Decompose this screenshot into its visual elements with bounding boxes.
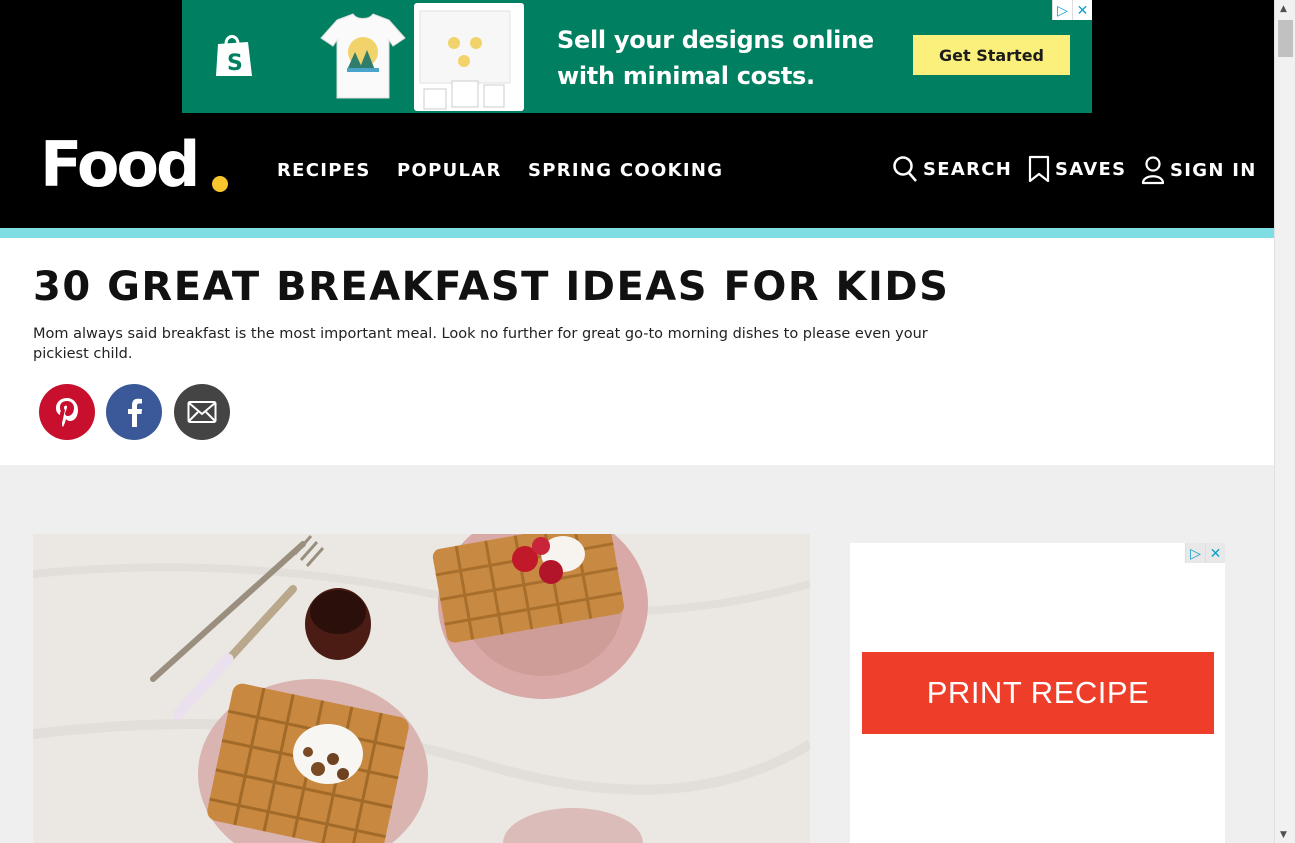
site-header: S Sell your designs online with minimal …: [0, 0, 1274, 228]
scrollbar-thumb[interactable]: [1278, 20, 1293, 57]
ad-headline: Sell your designs online with minimal co…: [557, 22, 874, 94]
page: S Sell your designs online with minimal …: [0, 0, 1274, 843]
page-description: Mom always said breakfast is the most im…: [33, 326, 928, 362]
sign-in-label: SIGN IN: [1170, 159, 1257, 181]
pinterest-share-button[interactable]: [39, 384, 95, 440]
close-icon[interactable]: ✕: [1205, 543, 1225, 563]
get-started-button[interactable]: Get Started: [913, 35, 1070, 75]
food-logo[interactable]: Food: [40, 130, 200, 200]
article-header: 30 GREAT BREAKFAST IDEAS FOR KIDS Mom al…: [0, 238, 1274, 465]
print-recipe-button[interactable]: PRINT RECIPE: [862, 652, 1214, 734]
bookmark-icon: [1028, 155, 1050, 183]
scroll-up-icon[interactable]: ▲: [1280, 4, 1287, 14]
nav-recipes[interactable]: RECIPES: [277, 160, 371, 182]
search-label: SEARCH: [923, 158, 1013, 180]
nav-spring-cooking[interactable]: SPRING COOKING: [528, 160, 723, 182]
scroll-down-icon[interactable]: ▼: [1280, 830, 1287, 840]
adchoices-icon[interactable]: ▷: [1052, 0, 1072, 20]
shopify-bag-icon: S: [216, 35, 252, 76]
sign-in-button[interactable]: SIGN IN: [1141, 155, 1257, 185]
waffles-hero-image[interactable]: [33, 534, 810, 843]
nav-popular[interactable]: POPULAR: [397, 160, 502, 182]
saves-button[interactable]: SAVES: [1028, 155, 1126, 183]
top-banner-ad[interactable]: S Sell your designs online with minimal …: [182, 0, 1092, 113]
page-title: 30 GREAT BREAKFAST IDEAS FOR KIDS: [33, 264, 950, 310]
email-share-button[interactable]: [174, 384, 230, 440]
logo-dot: [212, 176, 228, 192]
facebook-icon: [128, 398, 142, 427]
sidebar-ad[interactable]: ▷ ✕ PRINT RECIPE: [850, 543, 1225, 843]
ad-headline-line1: Sell your designs online: [557, 26, 874, 54]
adchoices-icon[interactable]: ▷: [1185, 543, 1205, 563]
tshirt-mockup-image: [320, 13, 406, 99]
user-icon: [1141, 156, 1165, 185]
saves-label: SAVES: [1055, 158, 1127, 180]
pinterest-icon: [56, 398, 78, 427]
search-button[interactable]: SEARCH: [892, 155, 1012, 183]
design-mockup-image: [414, 3, 524, 111]
close-icon[interactable]: ✕: [1072, 0, 1092, 20]
accent-stripe: [0, 228, 1274, 238]
search-icon: [893, 156, 917, 182]
svg-text:S: S: [227, 51, 243, 76]
sidebar-ad-controls: ▷ ✕: [1185, 543, 1225, 563]
facebook-share-button[interactable]: [106, 384, 162, 440]
page-scrollbar[interactable]: ▲ ▼: [1274, 0, 1295, 843]
email-icon: [187, 401, 217, 423]
ad-headline-line2: with minimal costs.: [557, 62, 815, 90]
ad-controls: ▷ ✕: [1052, 0, 1092, 20]
